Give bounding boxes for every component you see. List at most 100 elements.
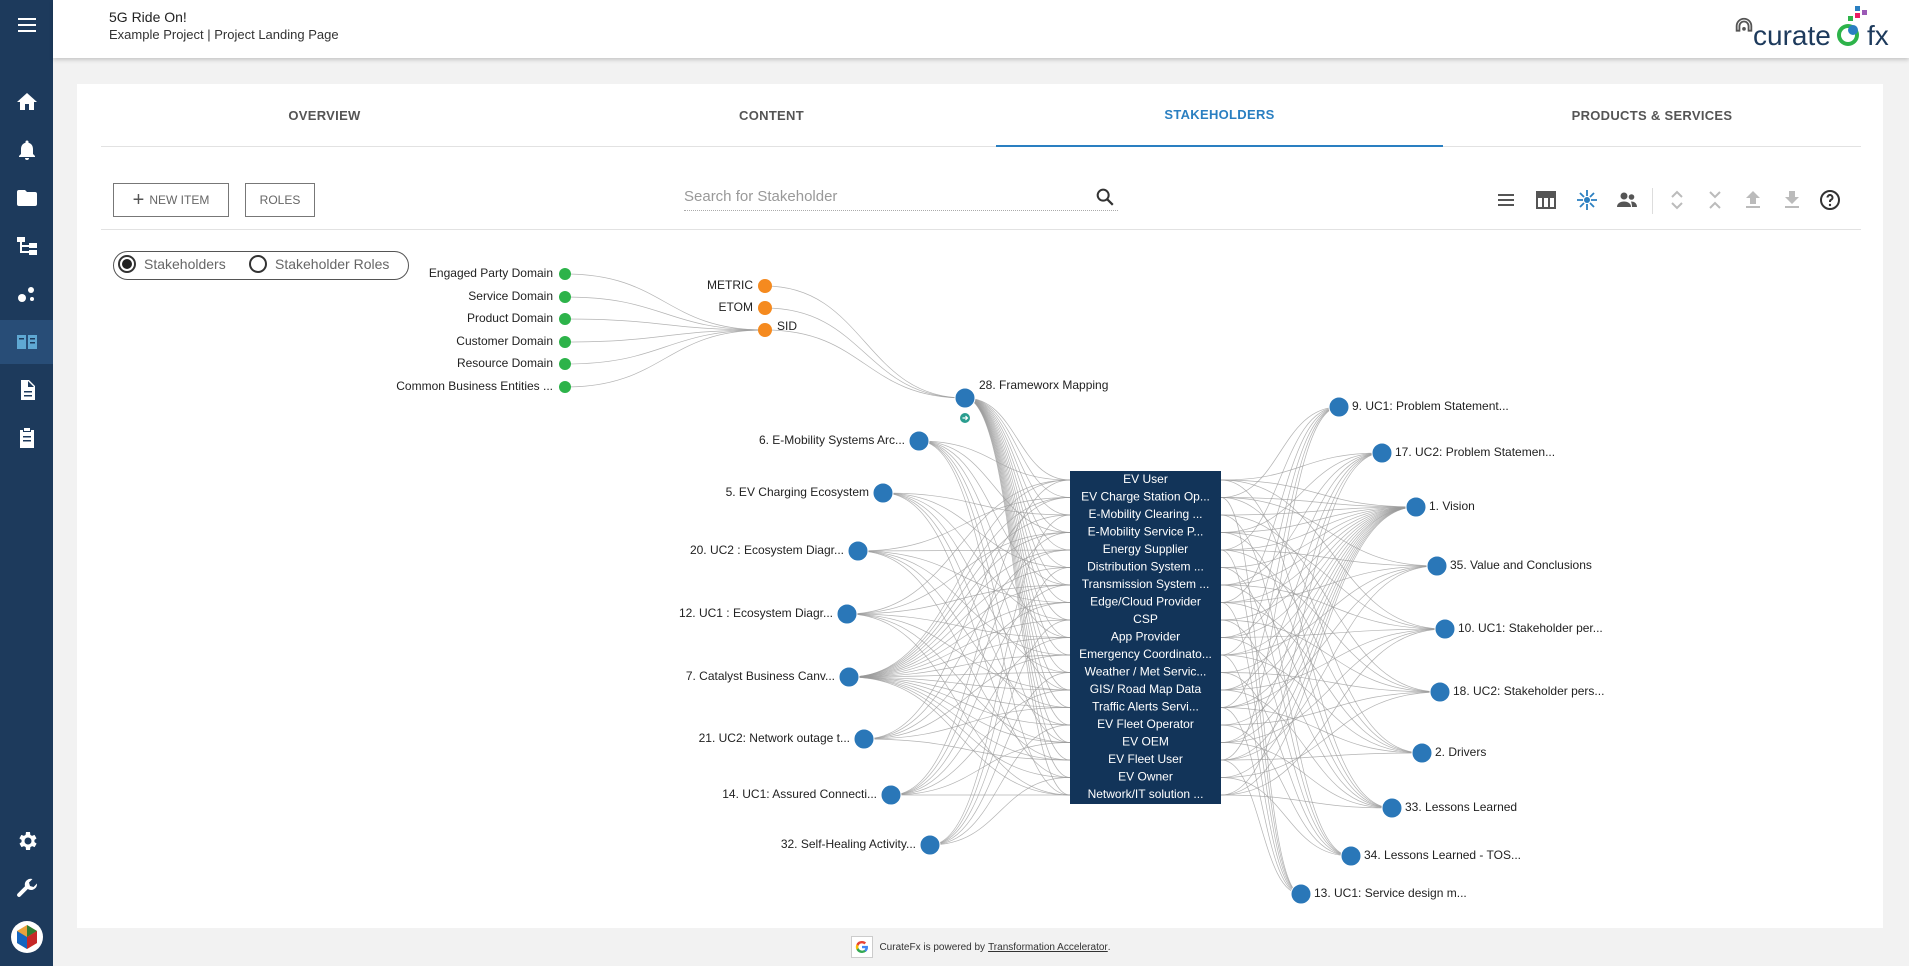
content-node-label: 2. Drivers [1435,745,1486,759]
graph-edge [929,724,1071,846]
stakeholder-item[interactable]: EV Fleet User [1108,752,1183,766]
content-node-label: 10. UC1: Stakeholder per... [1458,621,1603,635]
graph-edge [1220,406,1340,603]
graph-edge [1220,759,1302,895]
domain-label: Customer Domain [456,334,553,348]
domain-node[interactable] [559,268,571,280]
graph-edge [1220,452,1383,481]
content-node[interactable] [1290,883,1312,905]
graph-edge [1220,406,1340,498]
graph-edge [564,329,766,388]
content-node[interactable] [847,540,869,562]
content-node-label: 13. UC1: Service design m... [1314,886,1467,900]
content-node[interactable] [1405,496,1427,518]
stakeholder-item[interactable]: EV OEM [1122,735,1169,749]
framework-node[interactable] [758,279,772,293]
domain-node[interactable] [559,336,571,348]
graph-edge [964,397,1071,638]
stakeholder-item[interactable]: EV Charge Station Op... [1081,490,1210,504]
graph-edge [1220,506,1417,586]
graph-edge [1220,619,1352,857]
stakeholder-item[interactable]: GIS/ Road Map Data [1090,682,1202,696]
stakeholder-graph: Engaged Party Domain Service Domain Produc… [396,266,1604,905]
stakeholder-item[interactable]: CSP [1133,612,1158,626]
graph-edge [1220,672,1441,693]
graph-edge [964,397,1071,516]
domain-node[interactable] [559,291,571,303]
content-node[interactable] [836,603,858,625]
framework-label: ETOM [719,300,753,314]
graph-edge [890,689,1071,796]
graph-edge [1220,497,1423,754]
graph-edge [857,549,1071,552]
content-node-label: 21. UC2: Network outage t... [699,731,850,745]
content-node-label: 14. UC1: Assured Connecti... [722,787,877,801]
domain-label: Engaged Party Domain [429,266,553,280]
graph-edge [882,492,1071,516]
graph-edge [1220,628,1446,743]
domain-label: Service Domain [468,289,553,303]
graph-edge [1220,506,1417,603]
stakeholder-item[interactable]: App Provider [1111,630,1180,644]
graph-edge [848,497,1071,678]
google-icon [851,936,874,958]
content-node[interactable] [838,666,860,688]
content-node[interactable] [1381,797,1403,819]
graph-edge [863,654,1071,740]
mapping-node[interactable] [954,387,976,409]
stakeholder-item[interactable]: EV Fleet Operator [1097,717,1194,731]
stakeholder-item[interactable]: Network/IT solution ... [1088,787,1204,801]
domain-node[interactable] [559,313,571,325]
content-node[interactable] [1340,845,1362,867]
framework-node[interactable] [758,301,772,315]
content-node-label: 17. UC2: Problem Statemen... [1395,445,1555,459]
graph-edge [1220,654,1423,754]
footer-link[interactable]: Transformation Accelerator [988,942,1108,953]
framework-node[interactable] [758,323,772,337]
graph-edge [1220,707,1302,895]
content-node[interactable] [1411,742,1433,764]
framework-label: SID [777,319,797,333]
content-node-label: 12. UC1 : Ecosystem Diagr... [679,606,833,620]
domain-node[interactable] [559,381,571,393]
content-node[interactable] [908,430,930,452]
content-node[interactable] [872,482,894,504]
content-node-label: 34. Lessons Learned - TOS... [1364,848,1521,862]
content-node[interactable] [1426,555,1448,577]
content-node-label: 6. E-Mobility Systems Arc... [759,433,905,447]
content-node-label: 1. Vision [1429,499,1475,513]
content-node-label: 18. UC2: Stakeholder pers... [1453,684,1604,698]
stakeholder-item[interactable]: Traffic Alerts Servi... [1092,700,1199,714]
footer-text: CurateFx is powered by [879,941,986,953]
content-node[interactable] [1434,618,1456,640]
stakeholder-item[interactable]: EV User [1123,472,1168,486]
stakeholder-item[interactable]: Energy Supplier [1103,542,1188,556]
content-node[interactable] [1371,442,1393,464]
content-node-label: 35. Value and Conclusions [1450,558,1592,572]
content-node[interactable] [1429,681,1451,703]
graph-edge [918,440,1071,533]
content-node[interactable] [1328,396,1350,418]
content-node[interactable] [853,728,875,750]
graph-edge [863,738,1071,761]
graph-edge [764,285,966,399]
stakeholder-item[interactable]: EV Owner [1118,770,1173,784]
content-node[interactable] [919,834,941,856]
footer-end: . [1107,941,1111,953]
stakeholder-item[interactable]: E-Mobility Clearing ... [1088,507,1202,521]
content-node[interactable] [880,784,902,806]
graph-edge [848,479,1071,678]
stakeholder-item[interactable]: Weather / Met Servic... [1085,665,1207,679]
graph-edge [1220,565,1438,708]
stakeholder-item[interactable]: Transmission System ... [1082,577,1210,591]
domain-node[interactable] [559,358,571,370]
domain-label: Resource Domain [457,356,553,370]
stakeholder-item[interactable]: Distribution System ... [1087,560,1204,574]
content-node-label: 32. Self-Healing Activity... [781,837,916,851]
stakeholder-item[interactable]: Emergency Coordinato... [1079,647,1212,661]
graph-edge [1220,497,1302,895]
stakeholder-item[interactable]: E-Mobility Service P... [1088,525,1204,539]
content-node-label: 20. UC2 : Ecosystem Diagr... [690,543,844,557]
domain-label: Product Domain [467,311,553,325]
stakeholder-item[interactable]: Edge/Cloud Provider [1090,595,1201,609]
